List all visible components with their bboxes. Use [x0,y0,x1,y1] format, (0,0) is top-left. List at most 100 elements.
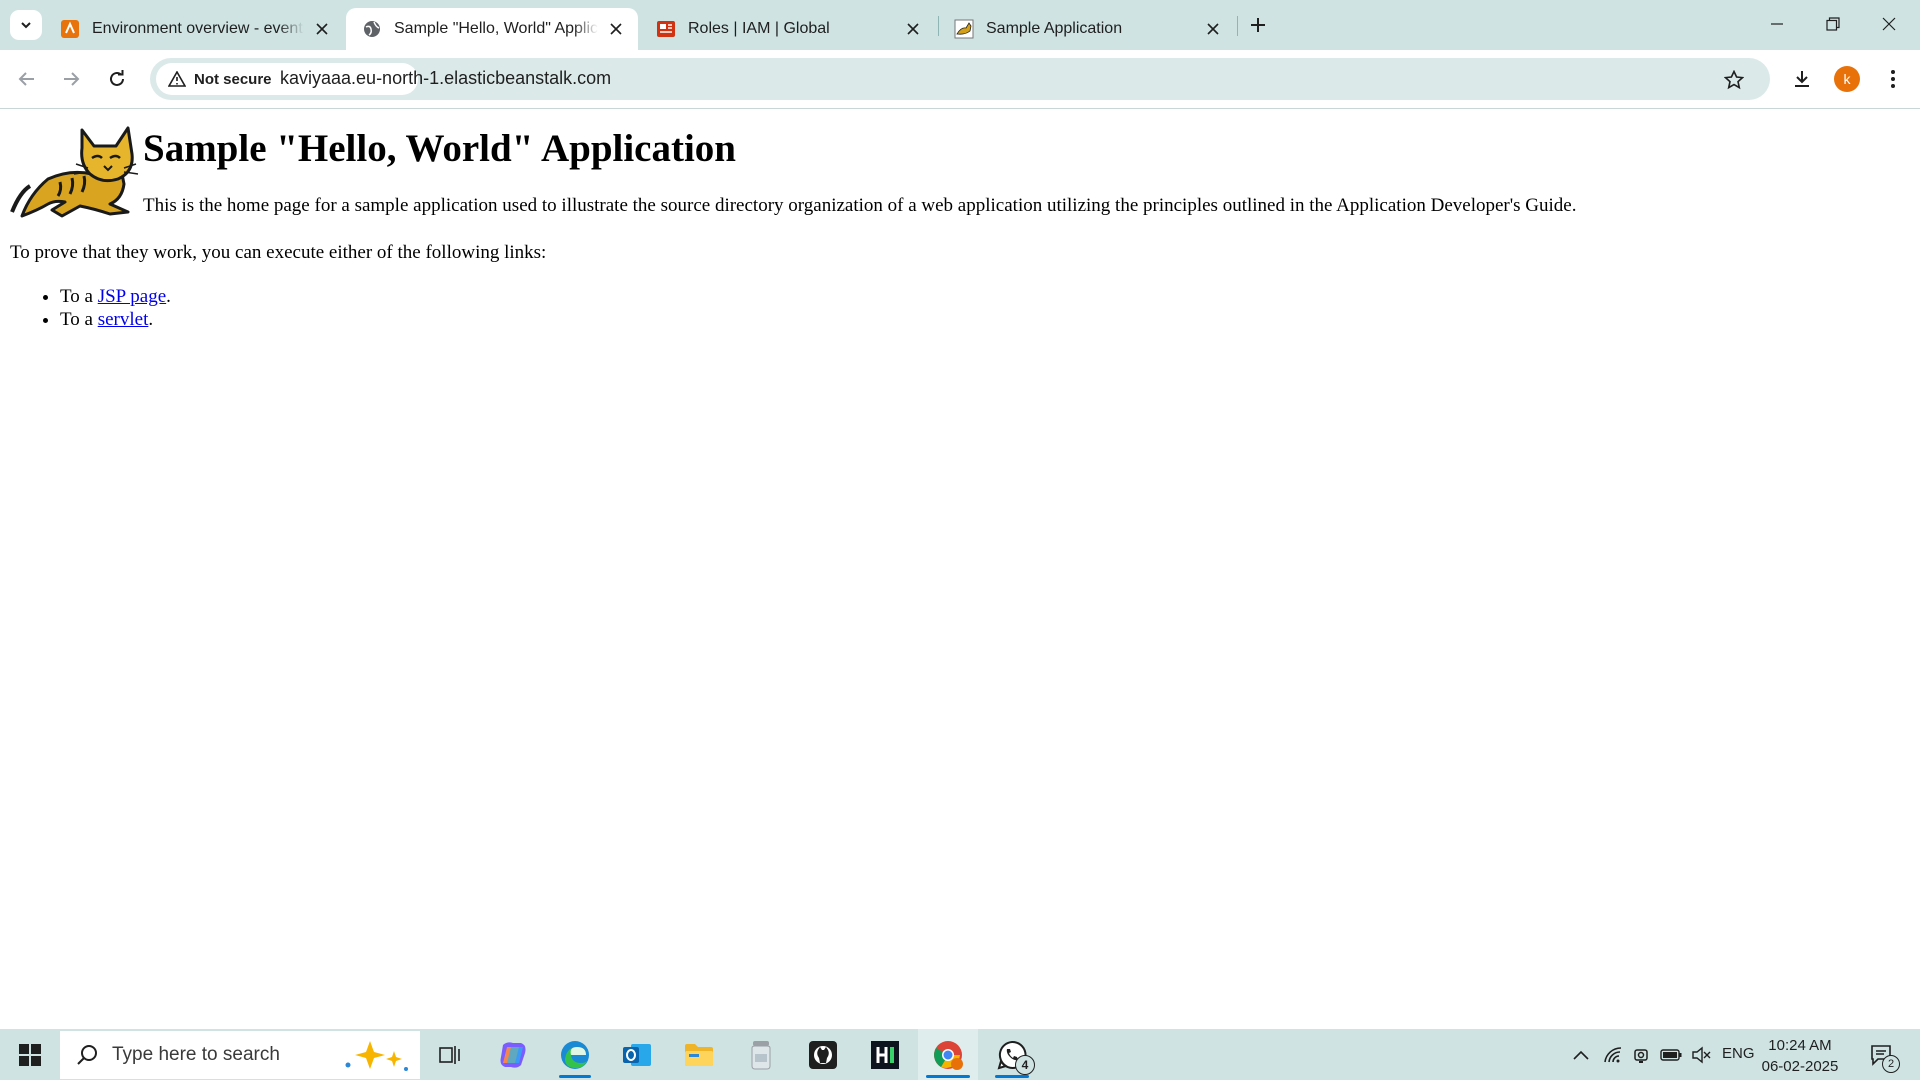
windows-taskbar: Type here to search 4 ENG 10:24 AM 06-02… [0,1029,1920,1080]
tab-title: Sample Application [986,20,1123,37]
tab-separator [1237,16,1238,36]
minimize-button[interactable] [1754,8,1800,40]
browser-menu-button[interactable] [1878,64,1908,94]
whatsapp-badge: 4 [1015,1055,1035,1075]
tab-roles-iam[interactable]: Roles | IAM | Global [640,8,935,50]
sparkle-icon [345,1041,408,1071]
camera-icon [1634,1048,1648,1063]
close-tab-icon[interactable] [903,19,923,39]
downloads-button[interactable] [1787,64,1817,94]
more-vertical-icon [1891,70,1895,88]
wifi-icon [1604,1046,1622,1062]
github-icon [809,1040,837,1069]
elastic-beanstalk-favicon-icon [60,19,80,39]
camera-tray-button[interactable] [1628,1029,1656,1080]
tab-search-button[interactable] [10,10,42,40]
download-icon [1795,71,1809,87]
task-view-button[interactable] [430,1029,470,1080]
tab-title: Environment overview - events [92,20,304,37]
profile-avatar[interactable]: k [1834,66,1860,92]
volume-button[interactable] [1686,1029,1716,1080]
start-button[interactable] [0,1029,60,1080]
battery-icon [1660,1048,1682,1061]
taskbar-whatsapp[interactable]: 4 [987,1029,1037,1080]
arrow-left-icon [18,72,34,86]
bookmark-star-icon[interactable] [1722,68,1746,92]
page-heading: Sample "Hello, World" Application [143,127,736,170]
close-tab-icon[interactable] [312,19,332,39]
clock[interactable]: 10:24 AM 06-02-2025 [1760,1035,1840,1077]
search-placeholder: Type here to search [112,1044,280,1065]
list-item-suffix: . [166,286,171,307]
back-button[interactable] [12,64,42,94]
tab-environment-overview[interactable]: Environment overview - events [44,8,344,50]
close-icon [1882,17,1896,31]
taskbar-jar-app[interactable] [737,1029,785,1080]
url-text[interactable]: kaviyaaa.eu-north-1.elasticbeanstalk.com [280,68,611,89]
tab-strip: Environment overview - events Sample "He… [0,0,1920,50]
list-item: To a servlet. [60,308,171,331]
intro-paragraph: This is the home page for a sample appli… [143,195,1577,216]
folder-icon [685,1043,713,1066]
taskbar-copilot[interactable] [489,1029,537,1080]
clock-time: 10:24 AM [1768,1037,1832,1054]
list-item-prefix: To a [60,309,98,330]
clock-date: 06-02-2025 [1761,1058,1839,1075]
running-indicator [559,1075,591,1078]
windows-logo-icon [19,1043,41,1066]
taskbar-edge[interactable] [551,1029,599,1080]
reload-button[interactable] [102,64,132,94]
new-tab-button[interactable] [1245,12,1271,38]
plus-icon [1251,18,1265,32]
restore-button[interactable] [1810,8,1856,40]
tab-sample-application[interactable]: Sample Application [938,8,1235,50]
address-bar[interactable]: Not secure kaviyaaa.eu-north-1.elasticbe… [150,58,1770,100]
servlet-link[interactable]: servlet [98,309,149,330]
taskbar-github-desktop[interactable] [799,1029,847,1080]
iam-favicon-icon [656,19,676,39]
taskbar-chrome[interactable] [918,1029,978,1080]
list-item-prefix: To a [60,286,98,307]
tab-title: Sample "Hello, World" Application [394,20,598,37]
network-button[interactable] [1598,1029,1628,1080]
restore-icon [1826,17,1840,31]
reload-icon [110,70,124,86]
prove-paragraph: To prove that they work, you can execute… [10,242,547,263]
jsp-page-link[interactable]: JSP page [98,286,166,307]
notifications-button[interactable]: 2 [1862,1029,1902,1080]
tab-sample-hello-world[interactable]: Sample "Hello, World" Application [346,8,638,50]
taskbar-outlook[interactable] [613,1029,661,1080]
show-hidden-icons-button[interactable] [1568,1029,1594,1080]
minimize-icon [1771,23,1783,25]
security-label: Not secure [194,70,272,88]
taskbar-file-explorer[interactable] [675,1029,723,1080]
search-icon [76,1044,98,1066]
chevron-down-icon [21,22,31,29]
chevron-up-icon [1573,1050,1589,1060]
forward-button[interactable] [56,64,86,94]
taskbar-search-box[interactable]: Type here to search [60,1031,420,1079]
edge-icon [561,1040,589,1069]
task-view-icon [439,1045,460,1064]
hackerrank-icon [871,1040,899,1069]
chrome-icon [934,1040,963,1070]
tomcat-favicon-icon [954,19,974,39]
running-indicator [926,1075,970,1078]
language-indicator[interactable]: ENG [1722,1045,1755,1062]
copilot-icon [500,1041,526,1068]
taskbar-hackerrank[interactable] [861,1029,909,1080]
close-window-button[interactable] [1866,8,1912,40]
close-tab-icon[interactable] [1203,19,1223,39]
running-indicator [995,1075,1029,1078]
list-item: To a JSP page. [60,285,171,308]
battery-button[interactable] [1656,1029,1686,1080]
browser-toolbar: Not secure kaviyaaa.eu-north-1.elasticbe… [0,50,1920,109]
web-page: Sample "Hello, World" Application This i… [0,109,1920,1029]
notification-count-badge: 2 [1882,1055,1900,1073]
warning-triangle-icon [168,71,186,87]
tab-title: Roles | IAM | Global [688,20,830,37]
globe-icon [362,19,382,39]
close-tab-icon[interactable] [606,19,626,39]
tomcat-logo [10,126,139,218]
jar-icon [751,1040,771,1069]
